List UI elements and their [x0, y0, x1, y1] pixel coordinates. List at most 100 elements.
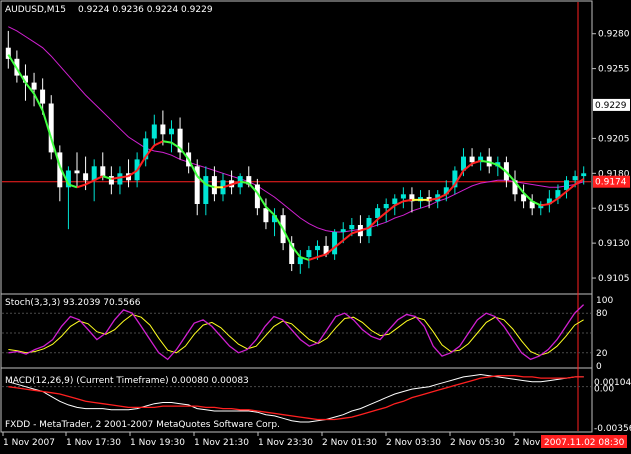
ma-fast-segment [480, 159, 490, 164]
candle [229, 170, 235, 195]
ma-fast-segment [317, 253, 327, 259]
current-price-label: 0.9229 [595, 101, 627, 111]
candle-body [83, 173, 89, 181]
candle-body [383, 204, 389, 209]
candle [65, 166, 71, 230]
price-level-label: 0.9205 [598, 134, 630, 144]
ma-fast-segment [403, 198, 413, 203]
candle-body [469, 156, 475, 163]
candle-body [349, 225, 355, 230]
candle [306, 245, 312, 269]
ma-fast-segment [85, 179, 95, 186]
ma-fast-segment [308, 256, 318, 261]
price-level-label: 0.9255 [598, 65, 630, 75]
candle [160, 110, 166, 146]
candle-body [332, 232, 338, 255]
candle [538, 201, 544, 216]
ma-fast-segment [162, 140, 172, 144]
candle-body [100, 166, 106, 177]
candle [169, 120, 174, 153]
price-level-label: 0.9280 [598, 30, 630, 40]
time-label: 2 Nov [514, 438, 541, 448]
candle-body [306, 250, 312, 258]
ma-fast-segment [76, 183, 86, 189]
candle [108, 166, 114, 195]
symbol-label: AUDUSD,M15 [5, 5, 66, 15]
time-label: 1 Nov 2007 [3, 438, 55, 448]
current-time-label: 2007.11.02 08:30 [544, 438, 625, 448]
time-axis: 1 Nov 2007 1 Nov 17:30 1 Nov 19:30 1 Nov 21… [2, 432, 627, 448]
price-level-label: 0.9155 [598, 204, 630, 214]
candle [5, 30, 11, 69]
stoch-level-label: 0 [596, 362, 602, 372]
candle [521, 184, 527, 209]
candle [512, 170, 518, 202]
candle-body [160, 124, 166, 135]
candle [48, 95, 54, 160]
price-chart[interactable] [2, 2, 591, 431]
candle [400, 187, 406, 209]
macd-title: MACD(12,26,9) (Current Timeframe) 0.0008… [5, 376, 249, 386]
candle [529, 194, 535, 216]
time-label: 2 Nov 01:30 [322, 438, 377, 448]
candle-body [263, 208, 269, 223]
ma-fast-segment [428, 197, 438, 201]
candle-body [203, 176, 209, 204]
candle-body [564, 180, 569, 191]
candle-body [340, 229, 346, 232]
macd-level-label: -0.00356 [594, 424, 631, 434]
candle-body [151, 124, 157, 139]
chart-canvas[interactable]: 10080200 0.001040.00-0.00356 0.92800.925… [0, 0, 631, 450]
price-level-label: 0.9105 [598, 274, 630, 284]
candle-body [91, 166, 97, 181]
candle [332, 229, 338, 260]
candle-body [581, 173, 587, 177]
candle [203, 166, 209, 216]
candle-body [117, 173, 123, 185]
candle [486, 148, 492, 174]
candle-body [400, 194, 406, 199]
candle-body [375, 208, 381, 218]
time-label: 1 Nov 19:30 [130, 438, 185, 448]
candle [31, 72, 37, 107]
candle [564, 176, 569, 199]
candle-body [40, 89, 46, 104]
candle-body [392, 198, 398, 205]
ma-fast-segment [240, 180, 249, 185]
candle-body [315, 245, 320, 251]
metatrader-chart-window: 100 80 20 0 0.00104 0.00 -0.00356 0.9280 0.925… [0, 0, 631, 450]
candle [57, 145, 63, 202]
candle [546, 190, 552, 213]
time-label: 1 Nov 23:30 [258, 438, 313, 448]
ma-fast-segment [540, 203, 550, 207]
candle [194, 159, 200, 216]
macd-level-label: 0.00 [594, 385, 614, 395]
ma-fast-segment [153, 140, 164, 147]
stoch-level-label: 100 [596, 296, 613, 306]
candle [151, 114, 157, 146]
ma-fast-segment [342, 232, 353, 242]
ma-fast-segment [111, 176, 121, 180]
time-label: 1 Nov 17:30 [66, 438, 121, 448]
time-label: 1 Nov 21:30 [194, 438, 249, 448]
price-level-label: 0.9130 [598, 239, 630, 249]
candle [237, 173, 243, 195]
candle [375, 204, 381, 227]
ohlc-readout: 0.9224 0.9236 0.9224 0.9229 [78, 5, 213, 15]
candle-body [169, 128, 174, 135]
stoch-level-label: 20 [596, 349, 608, 359]
candle-body [74, 170, 80, 174]
candle [117, 166, 123, 195]
candle-body [31, 82, 37, 90]
time-label: 2 Nov 03:30 [386, 438, 441, 448]
ma-fast-segment [119, 175, 129, 179]
candle [177, 117, 183, 160]
candle-body [211, 176, 217, 195]
stoch-level-label: 80 [596, 309, 608, 319]
candle-body [572, 176, 578, 181]
copyright-text: FXDD - MetaTrader, 2 2001-2007 MetaQuote… [5, 420, 280, 430]
price-axis: 0.92800.92550.92050.91800.91550.91300.91… [592, 30, 630, 284]
stoch-title: Stoch(3,3,3) 93.2039 70.5566 [5, 298, 141, 308]
main-chart-frame [0, 0, 593, 295]
hline-price-label: 0.9174 [595, 178, 627, 188]
